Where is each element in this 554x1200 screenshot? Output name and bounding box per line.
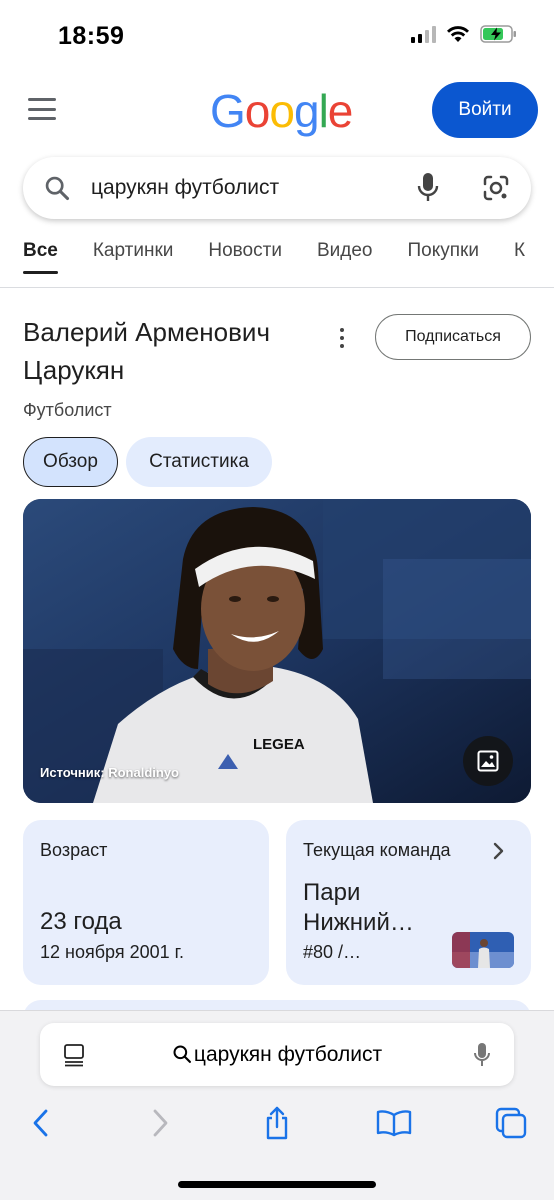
tab-images[interactable]: Картинки [93, 240, 174, 274]
google-lens-icon[interactable] [481, 173, 511, 203]
address-query: царукян футболист [193, 1043, 383, 1066]
google-header: Google Войти [0, 80, 554, 140]
signin-button[interactable]: Войти [432, 82, 538, 138]
safari-toolbar: царукян футболист [0, 1010, 554, 1200]
birth-date: 12 ноября 2001 г. [40, 942, 184, 962]
share-button[interactable] [257, 1103, 297, 1143]
microphone-icon[interactable] [415, 171, 441, 205]
image-source-label: Источник: Ronaldinyo [40, 765, 180, 780]
tabs-icon [495, 1107, 527, 1139]
tab-more[interactable]: К [514, 240, 525, 274]
current-team-card[interactable]: Текущая команда Пари Нижний… #80 /… [286, 820, 531, 985]
back-button[interactable] [21, 1103, 61, 1143]
entity-photo[interactable]: LEGEA Источник: Ronaldinyo [23, 499, 531, 803]
tab-shopping[interactable]: Покупки [407, 240, 478, 274]
search-tabs: Все Картинки Новости Видео Покупки К [23, 240, 554, 276]
divider [0, 287, 554, 288]
share-icon [266, 1106, 288, 1140]
team-label: Текущая команда [303, 840, 451, 860]
microphone-icon[interactable] [472, 1041, 492, 1069]
entity-subtitle: Футболист [23, 400, 112, 420]
image-icon [477, 750, 499, 772]
battery-charging-icon [480, 25, 516, 43]
safari-nav-row [0, 1103, 554, 1143]
tabs-button[interactable] [491, 1103, 531, 1143]
search-box[interactable]: царукян футболист [23, 157, 531, 219]
search-input[interactable]: царукян футболист [91, 176, 279, 200]
search-icon [173, 1045, 191, 1063]
team-name: Пари Нижний… [303, 879, 414, 936]
age-card[interactable]: Возраст 23 года 12 ноября 2001 г. [23, 820, 269, 985]
address-bar[interactable]: царукян футболист [40, 1023, 514, 1086]
team-thumbnail [452, 932, 514, 968]
chip-overview[interactable]: Обзор [23, 437, 118, 487]
status-bar: 18:59 [0, 0, 554, 70]
search-icon[interactable] [43, 174, 71, 202]
status-icons [411, 24, 518, 44]
tab-news[interactable]: Новости [208, 240, 282, 274]
back-icon [33, 1109, 48, 1137]
chip-statistics[interactable]: Статистика [126, 437, 272, 487]
player-photo-illustration: LEGEA [23, 499, 531, 803]
wifi-icon [447, 26, 469, 42]
chevron-right-icon[interactable] [493, 842, 505, 860]
more-options-icon[interactable] [334, 326, 350, 350]
forward-icon [153, 1109, 168, 1137]
google-logo[interactable]: Google [210, 84, 353, 138]
tab-all[interactable]: Все [23, 240, 58, 274]
jersey-logo-text: LEGEA [253, 736, 305, 753]
subscribe-button[interactable]: Подписаться [375, 314, 531, 360]
home-indicator [178, 1181, 376, 1188]
status-time: 18:59 [58, 22, 125, 50]
menu-icon[interactable] [28, 98, 56, 120]
entity-title: Валерий Арменович Царукян [23, 317, 270, 385]
address-text[interactable]: царукян футболист [40, 1043, 514, 1067]
tab-videos[interactable]: Видео [317, 240, 373, 274]
forward-button[interactable] [140, 1103, 180, 1143]
age-value: 23 года [40, 908, 122, 935]
player-number: #80 /… [303, 942, 362, 962]
cellular-signal-icon [411, 25, 436, 43]
bookmarks-icon [376, 1110, 412, 1137]
bookmarks-button[interactable] [374, 1103, 414, 1143]
image-gallery-button[interactable] [463, 736, 513, 786]
age-label: Возраст [40, 840, 108, 860]
